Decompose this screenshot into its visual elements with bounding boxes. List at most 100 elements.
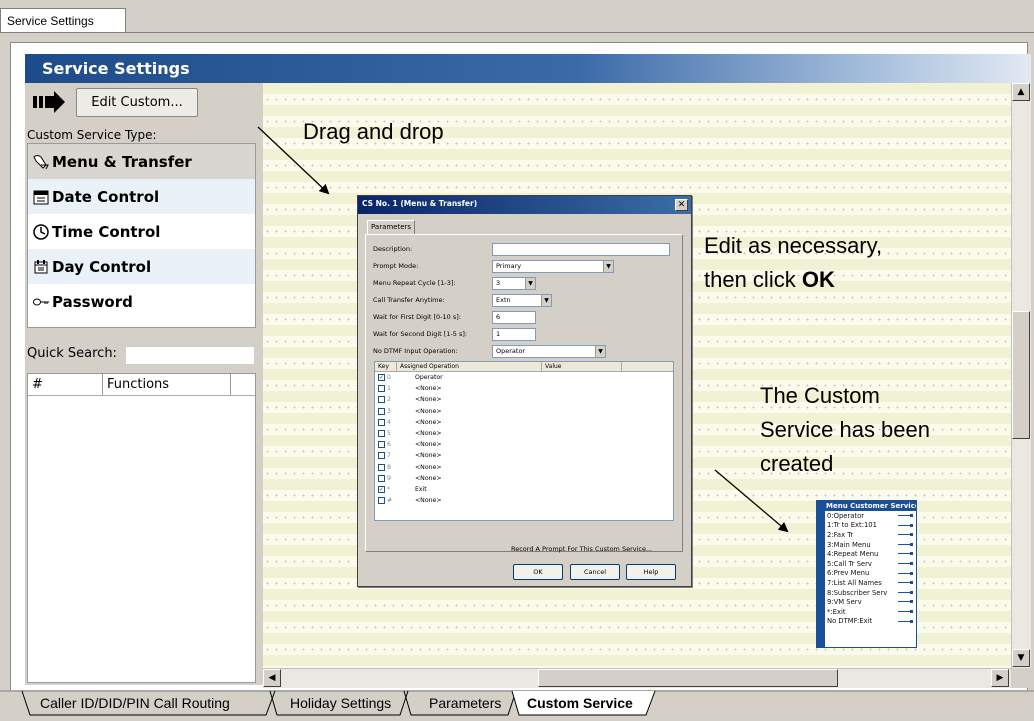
table-row[interactable]: 6 <None> [375, 439, 673, 450]
table-row[interactable]: 8 <None> [375, 462, 673, 473]
operation-cell: <None> [415, 463, 442, 471]
tab-custom-service[interactable]: Custom Service [527, 692, 633, 715]
menu-repeat-select[interactable]: 3 ▼ [492, 277, 536, 290]
cs-block-row: 6:Prev Menu [817, 569, 916, 579]
description-field[interactable] [492, 243, 670, 256]
menu-repeat-label: Menu Repeat Cycle [1-3]: [373, 279, 456, 287]
cs-block-row: No DTMF:Exit [817, 617, 916, 627]
tab-parameters[interactable]: Parameters [367, 220, 415, 235]
operation-cell: <None> [415, 441, 442, 449]
record-prompt-link[interactable]: Record A Prompt For This Custom Service.… [511, 545, 652, 553]
ok-button[interactable]: OK [513, 564, 563, 580]
table-row[interactable]: ✓ * Exit [375, 484, 673, 495]
tab-holiday-settings[interactable]: Holiday Settings [290, 692, 391, 715]
key-cell: 1 [387, 385, 391, 393]
connector-icon[interactable] [898, 523, 913, 527]
chevron-down-icon: ▼ [595, 346, 605, 357]
checkbox[interactable] [378, 396, 385, 404]
cs-row-label: 8:Subscriber Serv [827, 588, 888, 597]
checkbox[interactable] [378, 497, 385, 505]
keys-table: Key Assigned Operation Value ✓ 0 Operator 1… [374, 361, 674, 521]
checkbox[interactable] [378, 441, 385, 449]
checkbox[interactable]: ✓ [378, 485, 385, 493]
no-dtmf-value: Operator [496, 347, 526, 355]
column-header-value[interactable]: Value [542, 362, 622, 371]
checkbox[interactable] [378, 385, 385, 393]
connector-icon[interactable] [898, 552, 913, 556]
operation-cell: <None> [415, 430, 442, 438]
cs-row-label: 4:Repeat Menu [827, 550, 879, 559]
table-row[interactable]: 2 <None> [375, 394, 673, 405]
close-icon[interactable]: ✕ [675, 199, 688, 211]
cs-block-row: 4:Repeat Menu [817, 549, 916, 559]
call-transfer-select[interactable]: Extn ▼ [492, 294, 552, 307]
help-button[interactable]: Help [626, 564, 676, 580]
prompt-mode-value: Primary [496, 262, 522, 270]
key-cell: 2 [387, 396, 391, 404]
connector-icon[interactable] [898, 514, 913, 517]
cs-row-label: 7:List All Names [827, 578, 882, 587]
checkbox[interactable]: ✓ [378, 374, 385, 382]
operation-cell: <None> [415, 497, 442, 505]
wait-second-label: Wait for Second Digit [1-5 s]: [373, 330, 468, 338]
cs-block-row: 5:Call Tr Serv [817, 559, 916, 569]
connector-icon[interactable] [898, 609, 913, 613]
table-row[interactable]: 4 <None> [375, 417, 673, 428]
table-row[interactable]: 9 <None> [375, 473, 673, 484]
cs-block-rows: 0:Operator 1:Tr to Ext:101 2:Fax Tr 3:Main … [817, 511, 916, 626]
tab-parameters[interactable]: Parameters [429, 692, 501, 715]
bottom-tab-bar: Caller ID/DID/PIN Call Routing Holiday S… [0, 690, 1034, 721]
connector-icon[interactable] [898, 542, 913, 546]
checkbox[interactable] [378, 452, 385, 460]
column-header-key[interactable]: Key [375, 362, 397, 371]
table-row[interactable]: 5 <None> [375, 428, 673, 439]
checkbox[interactable] [378, 463, 385, 471]
connector-icon[interactable] [898, 619, 913, 623]
keys-table-rows: ✓ 0 Operator 1 <None> 2 <None> 3 <None> 4 <None> 5 <… [375, 372, 673, 506]
checkbox[interactable] [378, 474, 385, 482]
connector-icon[interactable] [898, 533, 913, 537]
cs-block-row: 7:List All Names [817, 578, 916, 588]
description-label: Description: [373, 245, 413, 253]
call-transfer-label: Call Transfer Anytime: [373, 296, 445, 304]
no-dtmf-label: No DTMF Input Operation: [373, 347, 458, 355]
no-dtmf-select[interactable]: Operator ▼ [492, 345, 606, 358]
operation-cell: Operator [415, 374, 443, 382]
prompt-mode-label: Prompt Mode: [373, 262, 419, 270]
key-cell: 6 [387, 441, 391, 449]
prompt-mode-select[interactable]: Primary ▼ [492, 260, 614, 273]
operation-cell: <None> [415, 474, 442, 482]
chevron-down-icon: ▼ [603, 261, 613, 272]
checkbox[interactable] [378, 418, 385, 426]
cs-block-row: 2:Fax Tr [817, 530, 916, 540]
table-row[interactable]: ✓ 0 Operator [375, 372, 673, 383]
call-transfer-value: Extn [496, 296, 511, 304]
checkbox[interactable] [378, 407, 385, 415]
connector-icon[interactable] [898, 590, 913, 594]
table-row[interactable]: 1 <None> [375, 383, 673, 394]
connector-icon[interactable] [898, 561, 913, 565]
table-row[interactable]: 7 <None> [375, 450, 673, 461]
wait-second-field[interactable]: 1 [492, 328, 536, 341]
operation-cell: <None> [415, 385, 442, 393]
checkbox[interactable] [378, 430, 385, 438]
tab-caller-id-routing[interactable]: Caller ID/DID/PIN Call Routing [40, 692, 230, 715]
cs-row-label: 9:VM Serv [827, 598, 862, 607]
column-header-operation[interactable]: Assigned Operation [397, 362, 542, 371]
custom-service-block[interactable]: Menu Customer Service CS No. 1 0:Operato… [816, 500, 917, 648]
connector-icon[interactable] [898, 571, 913, 575]
cs-row-label: 2:Fax Tr [827, 530, 854, 539]
cancel-button[interactable]: Cancel [570, 564, 620, 580]
connector-icon[interactable] [898, 600, 913, 604]
operation-cell: <None> [415, 396, 442, 404]
cs-block-row: 9:VM Serv [817, 597, 916, 607]
key-cell: 5 [387, 430, 391, 438]
wait-first-field[interactable]: 6 [492, 311, 536, 324]
cs-block-row: 1:Tr to Ext:101 [817, 521, 916, 531]
table-row[interactable]: 3 <None> [375, 406, 673, 417]
operation-cell: <None> [415, 407, 442, 415]
connector-icon[interactable] [898, 581, 913, 585]
dialog-body: Description: Prompt Mode: Primary ▼ Menu … [365, 234, 683, 553]
table-row[interactable]: # <None> [375, 495, 673, 506]
key-cell: 4 [387, 418, 391, 426]
